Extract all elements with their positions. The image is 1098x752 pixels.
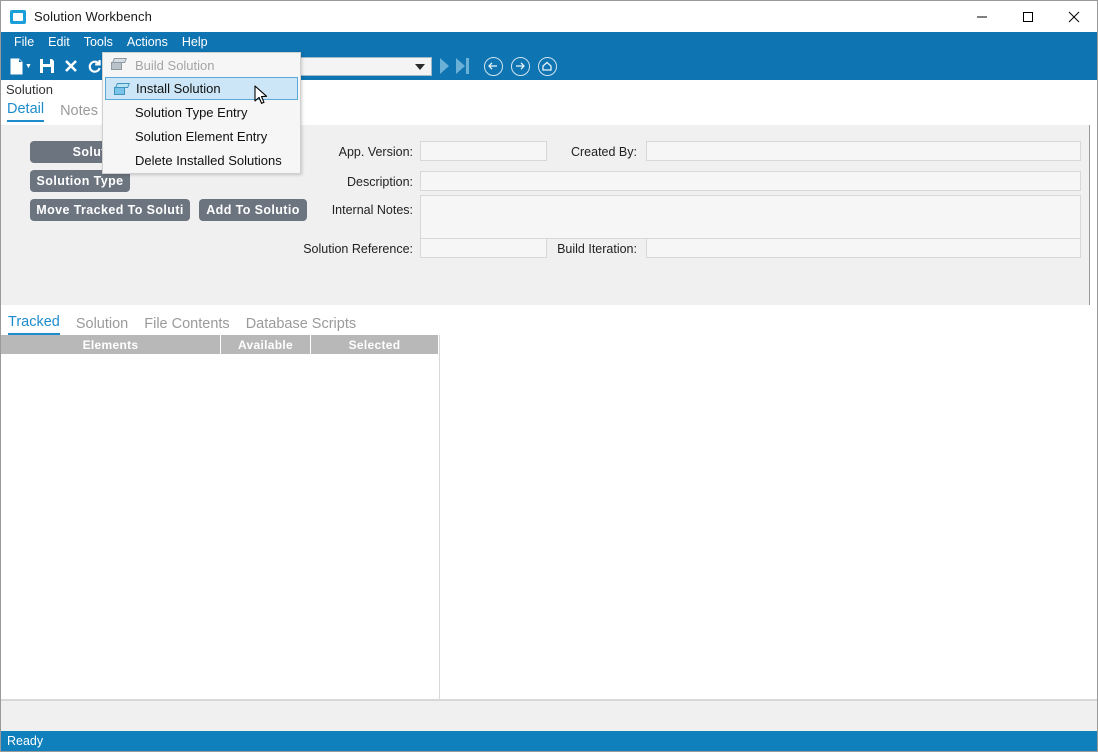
elements-table: Elements Available Selected (1, 335, 440, 699)
app-version-label: App. Version: (319, 145, 413, 159)
save-icon[interactable] (36, 54, 58, 78)
window-controls (959, 1, 1097, 32)
forward-arrow-icon[interactable] (511, 57, 530, 76)
menu-item-install-solution[interactable]: Install Solution (105, 77, 298, 100)
build-package-icon (111, 58, 127, 71)
menu-tools[interactable]: Tools (77, 33, 120, 52)
tab-solution[interactable]: Solution (76, 316, 128, 335)
build-iteration-label: Build Iteration: (491, 242, 637, 256)
menu-file[interactable]: File (7, 33, 41, 52)
menu-edit[interactable]: Edit (41, 33, 77, 52)
new-document-dropdown-caret[interactable]: ▼ (25, 63, 32, 70)
app-window-icon (10, 10, 26, 24)
tab-tracked[interactable]: Tracked (8, 314, 60, 335)
application-window: Solution Workbench File Edit Tools Actio… (0, 0, 1098, 752)
menu-actions[interactable]: Actions (120, 33, 175, 52)
menu-item-delete-installed-solutions[interactable]: Delete Installed Solutions (103, 148, 300, 172)
menu-bar: File Edit Tools Actions Help (1, 32, 1097, 52)
bottom-pane (1, 701, 1097, 731)
menu-item-build-solution-label: Build Solution (135, 58, 215, 73)
menu-item-solution-element-entry-label: Solution Element Entry (135, 129, 267, 144)
nav-last-button[interactable] (454, 54, 472, 78)
description-field[interactable] (420, 171, 1081, 191)
actions-dropdown-menu: Build Solution Install Solution Solution… (102, 52, 301, 174)
created-by-label: Created By: (501, 145, 637, 159)
tab-file-contents[interactable]: File Contents (144, 316, 229, 335)
new-document-icon[interactable] (5, 54, 27, 78)
solution-tabs: Detail Notes (7, 101, 98, 122)
maximize-button[interactable] (1005, 1, 1051, 32)
menu-item-install-solution-label: Install Solution (136, 81, 221, 96)
title-bar: Solution Workbench (1, 1, 1097, 32)
status-text: Ready (1, 734, 43, 748)
delete-icon[interactable] (60, 54, 82, 78)
chevron-down-icon[interactable] (415, 64, 425, 70)
menu-item-delete-installed-solutions-label: Delete Installed Solutions (135, 153, 282, 168)
tab-notes[interactable]: Notes (60, 103, 98, 122)
lower-tab-bar: Tracked Solution File Contents Database … (1, 307, 1097, 335)
menu-item-build-solution[interactable]: Build Solution (103, 53, 300, 77)
install-package-icon (114, 83, 130, 96)
internal-notes-field[interactable] (420, 195, 1081, 239)
home-icon[interactable] (538, 57, 557, 76)
tab-detail[interactable]: Detail (7, 101, 44, 122)
menu-help[interactable]: Help (175, 33, 215, 52)
status-bar: Ready (1, 731, 1097, 751)
column-header-selected[interactable]: Selected (311, 335, 438, 354)
tab-database-scripts[interactable]: Database Scripts (246, 316, 356, 335)
menu-item-solution-type-entry[interactable]: Solution Type Entry (103, 100, 300, 124)
window-title: Solution Workbench (34, 9, 152, 24)
detail-content-pane (441, 335, 1097, 699)
toolbar-icon-group: ▼ (1, 54, 106, 78)
back-arrow-icon[interactable] (484, 57, 503, 76)
column-header-elements[interactable]: Elements (1, 335, 221, 354)
page-title: Solution (6, 82, 53, 97)
table-header-row: Elements Available Selected (1, 335, 439, 354)
menu-item-solution-type-entry-label: Solution Type Entry (135, 105, 248, 120)
internal-notes-label: Internal Notes: (301, 203, 413, 217)
column-header-available[interactable]: Available (221, 335, 311, 354)
created-by-field[interactable] (646, 141, 1081, 161)
minimize-button[interactable] (959, 1, 1005, 32)
description-label: Description: (319, 175, 413, 189)
build-iteration-field[interactable] (646, 238, 1081, 258)
menu-item-solution-element-entry[interactable]: Solution Element Entry (103, 124, 300, 148)
solution-reference-label: Solution Reference: (271, 242, 413, 256)
history-navigation (484, 57, 557, 76)
close-button[interactable] (1051, 1, 1097, 32)
nav-next-button[interactable] (436, 54, 454, 78)
